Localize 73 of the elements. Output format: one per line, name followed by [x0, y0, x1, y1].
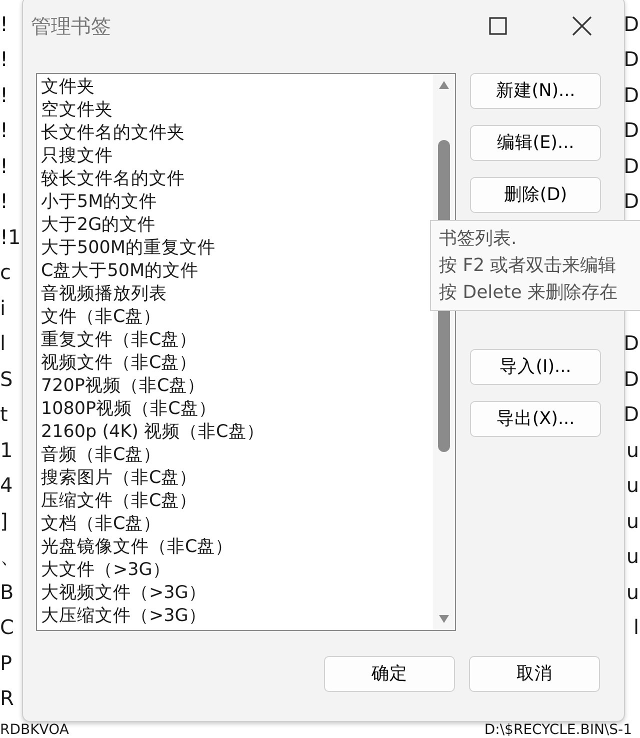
- background-text: c: [0, 262, 11, 282]
- background-text: RDBKVOA: [0, 723, 69, 737]
- list-item[interactable]: 文件夹: [41, 76, 433, 99]
- list-item[interactable]: 1080P视频（非C盘）: [41, 398, 433, 421]
- background-text: !: [0, 14, 8, 34]
- background-text: D: [624, 368, 640, 389]
- list-item[interactable]: 较长文件名的文件: [41, 168, 433, 191]
- list-item[interactable]: 音视频播放列表: [41, 283, 433, 306]
- background-text: !: [0, 84, 8, 105]
- background-text: !1: [0, 226, 21, 247]
- list-item[interactable]: 大视频文件（>3G）: [41, 582, 433, 605]
- background-text: D: [624, 191, 640, 212]
- background-text: B: [0, 582, 14, 602]
- background-text: S: [0, 368, 13, 389]
- dialog-button[interactable]: 新建(N)...: [470, 73, 601, 109]
- background-text: D:\$RECYCLE.BIN\S-1: [484, 723, 632, 737]
- list-item[interactable]: 大于2G的文件: [41, 214, 433, 237]
- dialog-button[interactable]: 导入(I)...: [470, 349, 601, 385]
- dialog-button[interactable]: 导出(X)...: [470, 401, 601, 437]
- list-item[interactable]: 2160p (4K) 视频（非C盘）: [41, 421, 433, 444]
- background-text: D: [624, 156, 640, 176]
- background-text: i: [0, 298, 6, 318]
- background-text: u: [626, 440, 640, 460]
- background-text: t: [0, 404, 8, 424]
- background-text: u: [626, 475, 640, 496]
- background-text: 4: [0, 475, 13, 496]
- background-text: 、: [0, 546, 20, 566]
- background-text: D: [624, 14, 640, 34]
- list-item[interactable]: 长文件名的文件夹: [41, 122, 433, 145]
- window-title: 管理书签: [31, 13, 111, 40]
- bookmark-list[interactable]: [36, 73, 456, 631]
- dialog-button[interactable]: 取消: [469, 656, 600, 692]
- scroll-up-icon[interactable]: [438, 80, 450, 90]
- background-text: !: [0, 156, 8, 176]
- list-item[interactable]: 文件（非C盘）: [41, 306, 433, 329]
- background-text: u: [626, 582, 640, 602]
- list-item[interactable]: 大文件（>3G）: [41, 559, 433, 582]
- background-text: D: [624, 84, 640, 105]
- background-text: ]: [0, 510, 8, 531]
- list-item[interactable]: 视频文件（非C盘）: [41, 352, 433, 375]
- background-text: !: [0, 191, 8, 212]
- background-text: D: [624, 333, 640, 354]
- background-text: D: [624, 120, 640, 140]
- background-text: 1: [0, 440, 13, 460]
- background-text: P: [0, 652, 12, 673]
- list-item[interactable]: 空文件夹: [41, 99, 433, 122]
- list-item[interactable]: 大压缩文件（>3G）: [41, 605, 433, 628]
- background-text: u: [626, 510, 640, 531]
- list-item[interactable]: C盘大于50M的文件: [41, 260, 433, 283]
- background-text: l: [0, 333, 6, 354]
- background-text: R: [0, 688, 14, 708]
- list-item[interactable]: 搜索图片（非C盘）: [41, 467, 433, 490]
- list-item[interactable]: 720P视频（非C盘）: [41, 375, 433, 398]
- list-item[interactable]: 重复文件（非C盘）: [41, 329, 433, 352]
- list-item[interactable]: 文档（非C盘）: [41, 513, 433, 536]
- list-item[interactable]: 大于500M的重复文件: [41, 237, 433, 260]
- dialog-button[interactable]: 删除(D): [470, 177, 601, 213]
- background-text: C: [0, 617, 14, 638]
- tooltip: 书签列表. 按 F2 或者双击来编辑 按 Delete 来删除存在: [430, 220, 640, 311]
- list-item[interactable]: 压缩文件（非C盘）: [41, 490, 433, 513]
- dialog-button[interactable]: 确定: [324, 656, 455, 692]
- background-text: D: [624, 49, 640, 70]
- list-item[interactable]: 光盘镜像文件（非C盘）: [41, 536, 433, 559]
- list-item[interactable]: 小于5M的文件: [41, 191, 433, 214]
- scroll-down-icon[interactable]: [438, 614, 450, 624]
- background-text: D: [624, 404, 640, 424]
- list-item[interactable]: 音频（非C盘）: [41, 444, 433, 467]
- dialog-button[interactable]: 编辑(E)...: [470, 125, 601, 161]
- background-text: !: [0, 49, 8, 70]
- background-text: l: [633, 617, 640, 638]
- background-text: u: [626, 546, 640, 566]
- list-item[interactable]: 只搜文件: [41, 145, 433, 168]
- background-text: !: [0, 120, 8, 140]
